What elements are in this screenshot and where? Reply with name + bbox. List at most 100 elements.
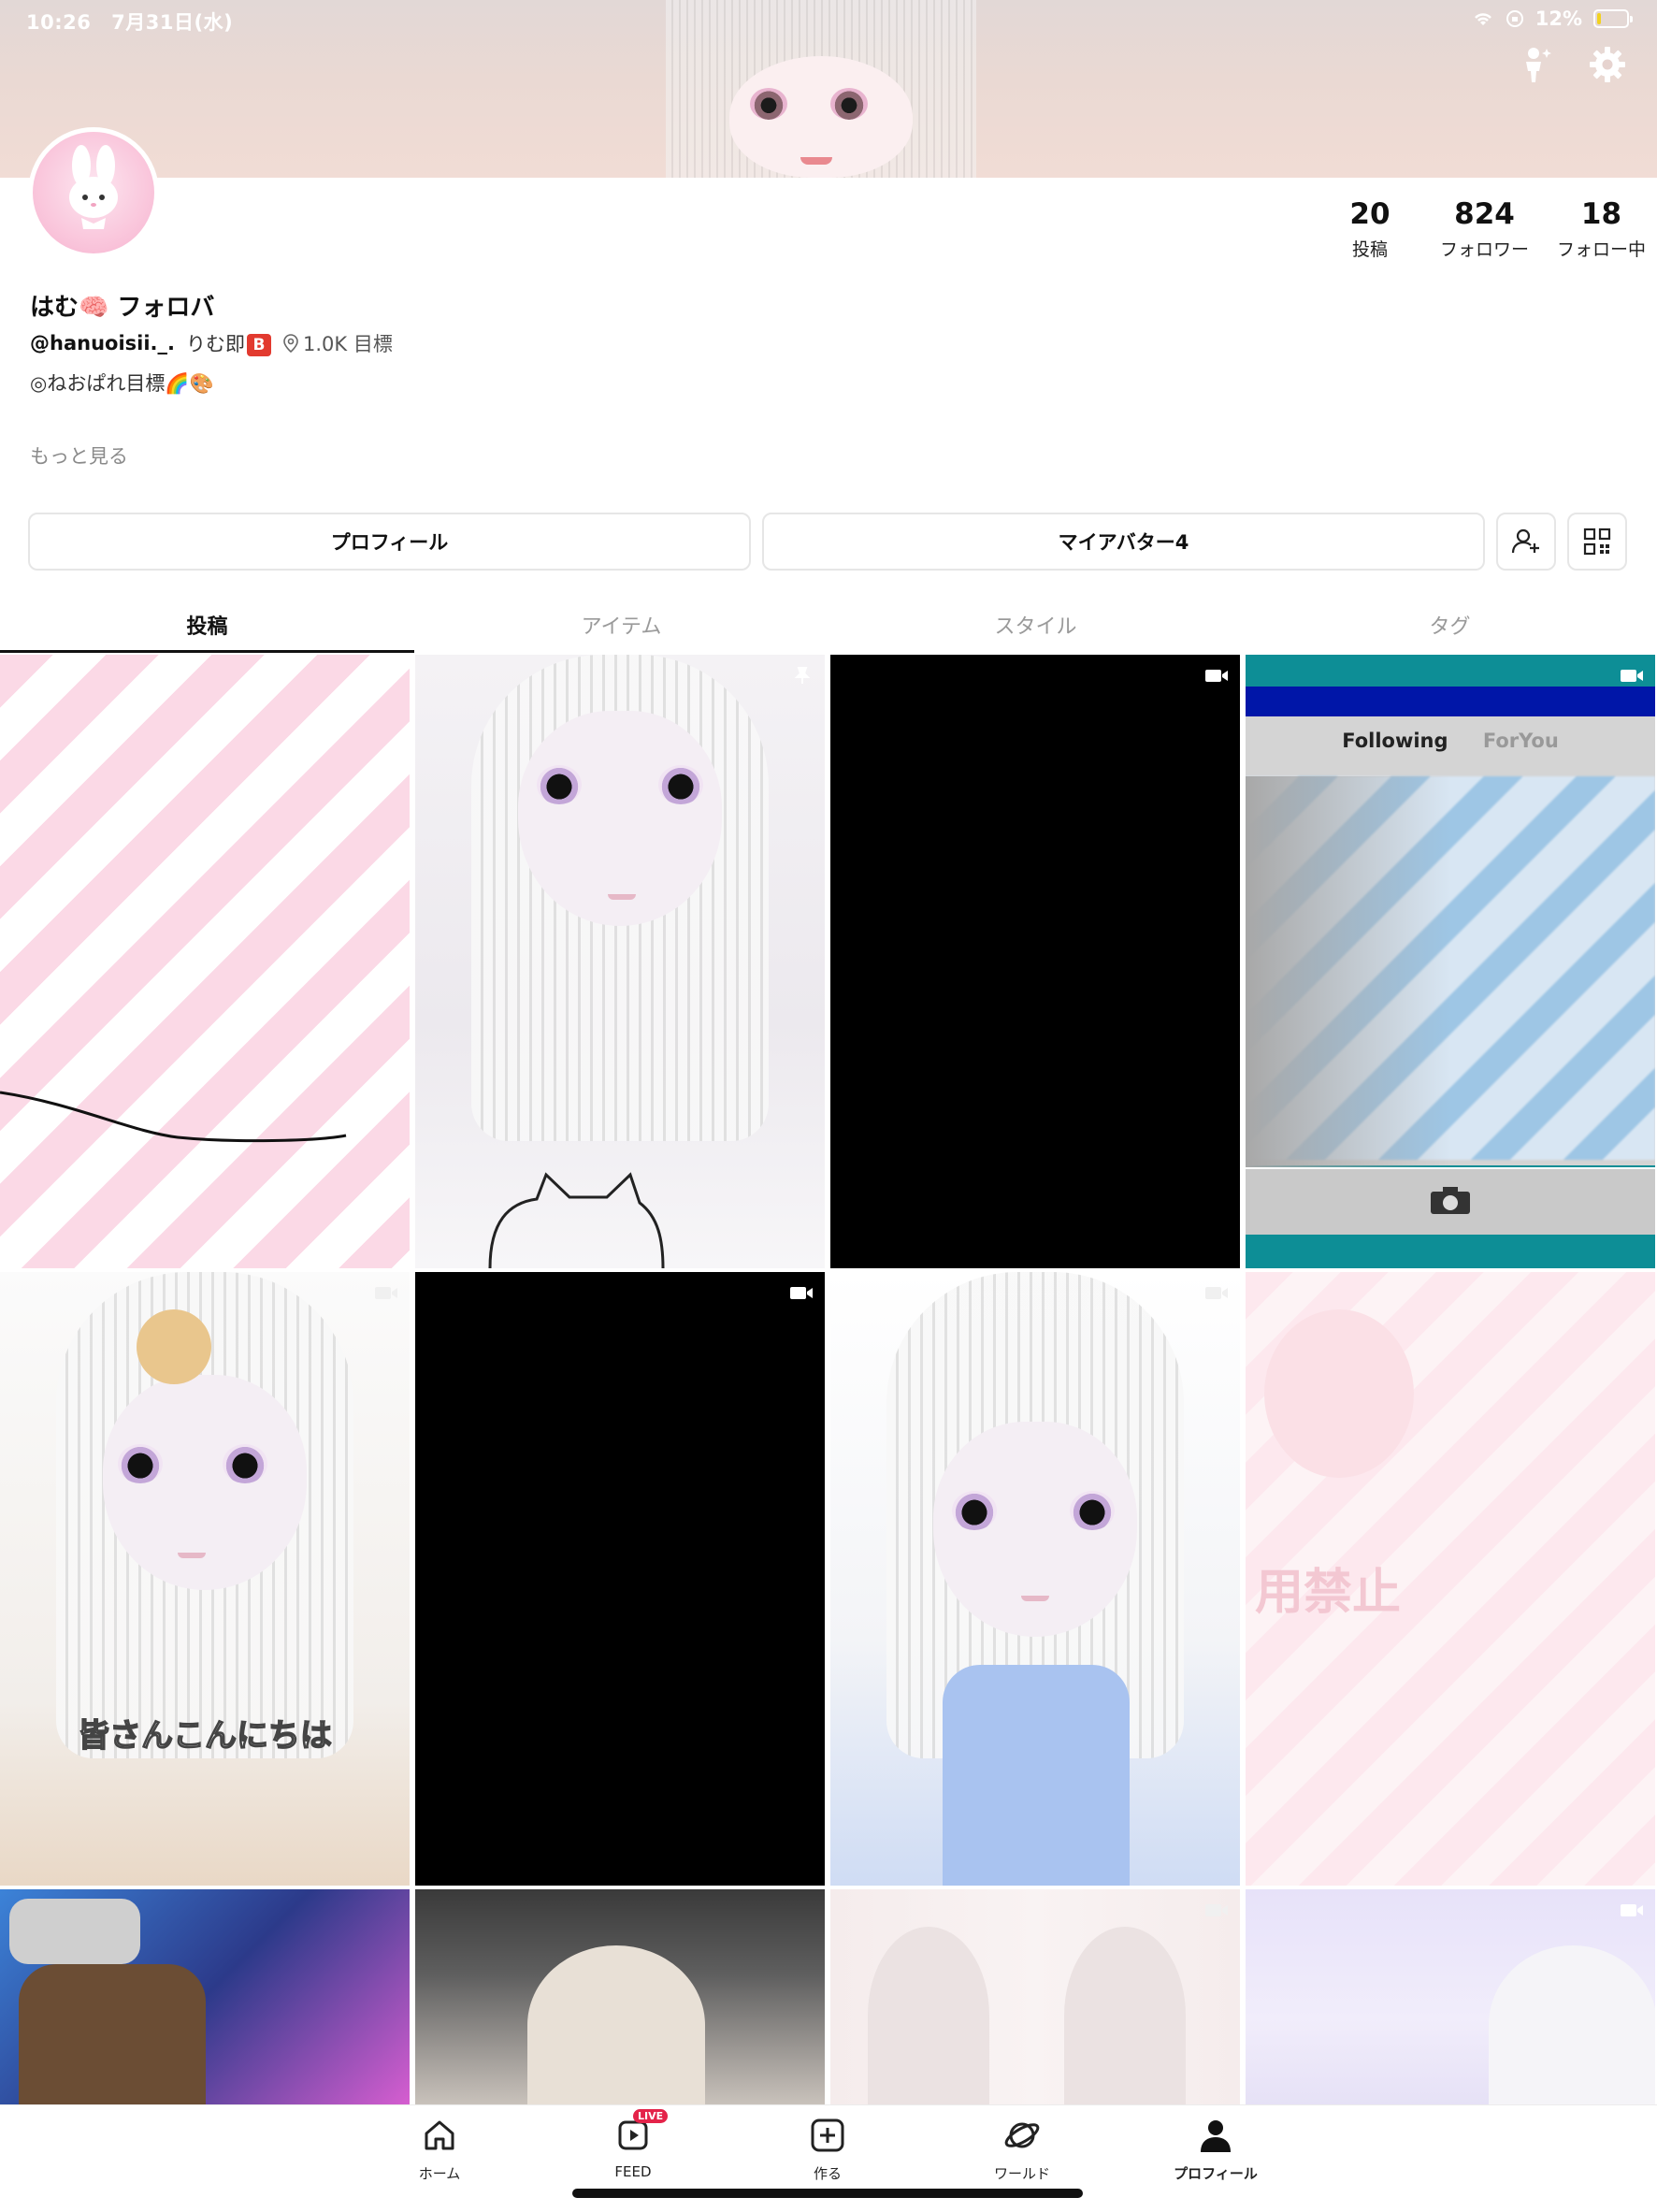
banner-avatar-eye (750, 88, 787, 120)
content-tabs: 投稿 アイテム スタイル タグ (0, 593, 1657, 653)
qr-code-button[interactable] (1567, 513, 1627, 571)
post-tile[interactable] (415, 655, 825, 1268)
avatar-studio-button[interactable] (1513, 43, 1556, 86)
profile-avatar[interactable] (28, 127, 159, 258)
tab-tags[interactable]: タグ (1243, 593, 1657, 653)
my-avatar-button[interactable]: マイアバター4 (762, 513, 1485, 571)
profile-button[interactable]: プロフィール (28, 513, 751, 571)
profile-stats: 20 投稿 824 フォロワー 18 フォロー中 (1328, 196, 1646, 261)
video-caption: 皆さんこんにちは (77, 1716, 333, 1756)
feed-icon: LIVE (612, 2109, 669, 2156)
pin-icon (794, 667, 811, 684)
nav-label: FEED (614, 2163, 652, 2180)
retro-toolbar (1246, 1167, 1655, 1235)
post-tile[interactable] (830, 1272, 1240, 1886)
location-pin-icon (283, 334, 298, 353)
live-badge: LIVE (633, 2109, 669, 2123)
melody-avatar-icon (69, 145, 118, 229)
wifi-icon (1474, 13, 1491, 25)
avatar-eye (223, 1444, 267, 1483)
post-tile[interactable] (0, 655, 410, 1268)
home-indicator[interactable] (572, 2189, 1083, 2198)
avatar-face (933, 1422, 1137, 1637)
hamster-sticker (137, 1309, 211, 1384)
stat-followers[interactable]: 824 フォロワー (1440, 196, 1529, 261)
b-badge: B (247, 334, 271, 356)
video-icon (1205, 670, 1228, 682)
tab-items[interactable]: アイテム (414, 593, 828, 653)
nav-label: 作る (813, 2165, 842, 2182)
profile-name: はむ🧠 フォロバ (30, 294, 215, 322)
duo-avatar-right (1064, 1927, 1186, 2104)
fur-coat (19, 1964, 206, 2104)
camera-icon (1431, 1187, 1470, 1214)
pin-icon (379, 667, 396, 684)
location-text: 1.0K 目標 (303, 333, 393, 355)
profile-handle-row: @hanuoisii._. りむ即 B 1.0K 目標 (30, 329, 393, 357)
video-icon (790, 1287, 813, 1299)
stat-value: 20 (1349, 197, 1390, 231)
banner-avatar-mouth (800, 157, 832, 165)
tab-posts[interactable]: 投稿 (0, 593, 414, 653)
post-tile[interactable] (415, 1272, 825, 1886)
profile-banner (0, 0, 1657, 178)
profile-handle: @hanuoisii._. (30, 332, 175, 354)
post-tile[interactable] (0, 1889, 410, 2104)
battery-fill (1597, 13, 1601, 24)
post-tile[interactable] (1246, 1889, 1655, 2104)
nav-feed[interactable]: LIVE FEED (568, 2109, 699, 2180)
blue-sweater (943, 1665, 1130, 1886)
battery-icon (1593, 9, 1633, 28)
stat-label: フォロワー (1439, 239, 1529, 260)
world-icon (1001, 2115, 1043, 2156)
qr-code-icon (1583, 528, 1611, 556)
home-icon (419, 2115, 460, 2156)
post-tile[interactable]: 用禁止 (1246, 1272, 1655, 1886)
video-icon (1205, 1287, 1228, 1299)
nav-profile[interactable]: プロフィール (1150, 2115, 1281, 2183)
retro-tabs: Following ForYou (1246, 730, 1655, 752)
nav-home[interactable]: ホーム (374, 2115, 505, 2183)
retro-tab-foryou: ForYou (1482, 730, 1559, 752)
post-tile[interactable]: Following ForYou (1246, 655, 1655, 1268)
profile-handle-extra: りむ即 B (186, 329, 271, 357)
nav-label: プロフィール (1174, 2165, 1258, 2182)
status-date: 7月31日(水) (111, 11, 234, 34)
profile-bio: ◎ねおぱれ目標🌈🎨 (30, 372, 214, 395)
post-tile[interactable] (830, 1889, 1240, 2104)
maid-avatar (527, 1945, 705, 2104)
orientation-lock-icon (1506, 10, 1523, 27)
settings-button[interactable] (1586, 43, 1629, 86)
video-icon (1621, 670, 1643, 682)
profile-icon (1195, 2115, 1236, 2156)
add-user-button[interactable] (1496, 513, 1556, 571)
banner-avatar-eye (830, 88, 868, 120)
video-icon (1205, 1904, 1228, 1916)
nav-label: ホーム (418, 2165, 461, 2182)
avatar-eye (537, 765, 582, 804)
status-time: 10:26 (26, 11, 92, 34)
nav-world[interactable]: ワールド (957, 2115, 1088, 2183)
tab-styles[interactable]: スタイル (828, 593, 1243, 653)
video-icon (375, 1287, 397, 1299)
stat-label: フォロー中 (1556, 239, 1646, 260)
avatar-eye (1070, 1491, 1115, 1530)
duo-avatar-left (868, 1927, 989, 2104)
stat-value: 18 (1580, 197, 1622, 231)
post-tile[interactable] (830, 655, 1240, 1268)
cat-drawing (488, 1172, 665, 1268)
stat-following[interactable]: 18 フォロー中 (1557, 196, 1646, 261)
retro-blur (1246, 776, 1451, 1169)
status-time-date: 10:26 7月31日(水) (26, 7, 233, 36)
see-more-link[interactable]: もっと見る (30, 441, 128, 470)
post-tile[interactable] (415, 1889, 825, 2104)
post-tile[interactable]: 皆さんこんにちは (0, 1272, 410, 1886)
nav-create[interactable]: 作る (762, 2115, 893, 2183)
retro-tab-following: Following (1342, 730, 1448, 752)
stat-posts[interactable]: 20 投稿 (1328, 196, 1412, 261)
battery-percent: 12% (1535, 7, 1582, 30)
retro-title-bar (1246, 687, 1655, 716)
create-icon (807, 2115, 848, 2156)
stat-label: 投稿 (1351, 239, 1388, 260)
add-user-icon (1511, 528, 1539, 554)
